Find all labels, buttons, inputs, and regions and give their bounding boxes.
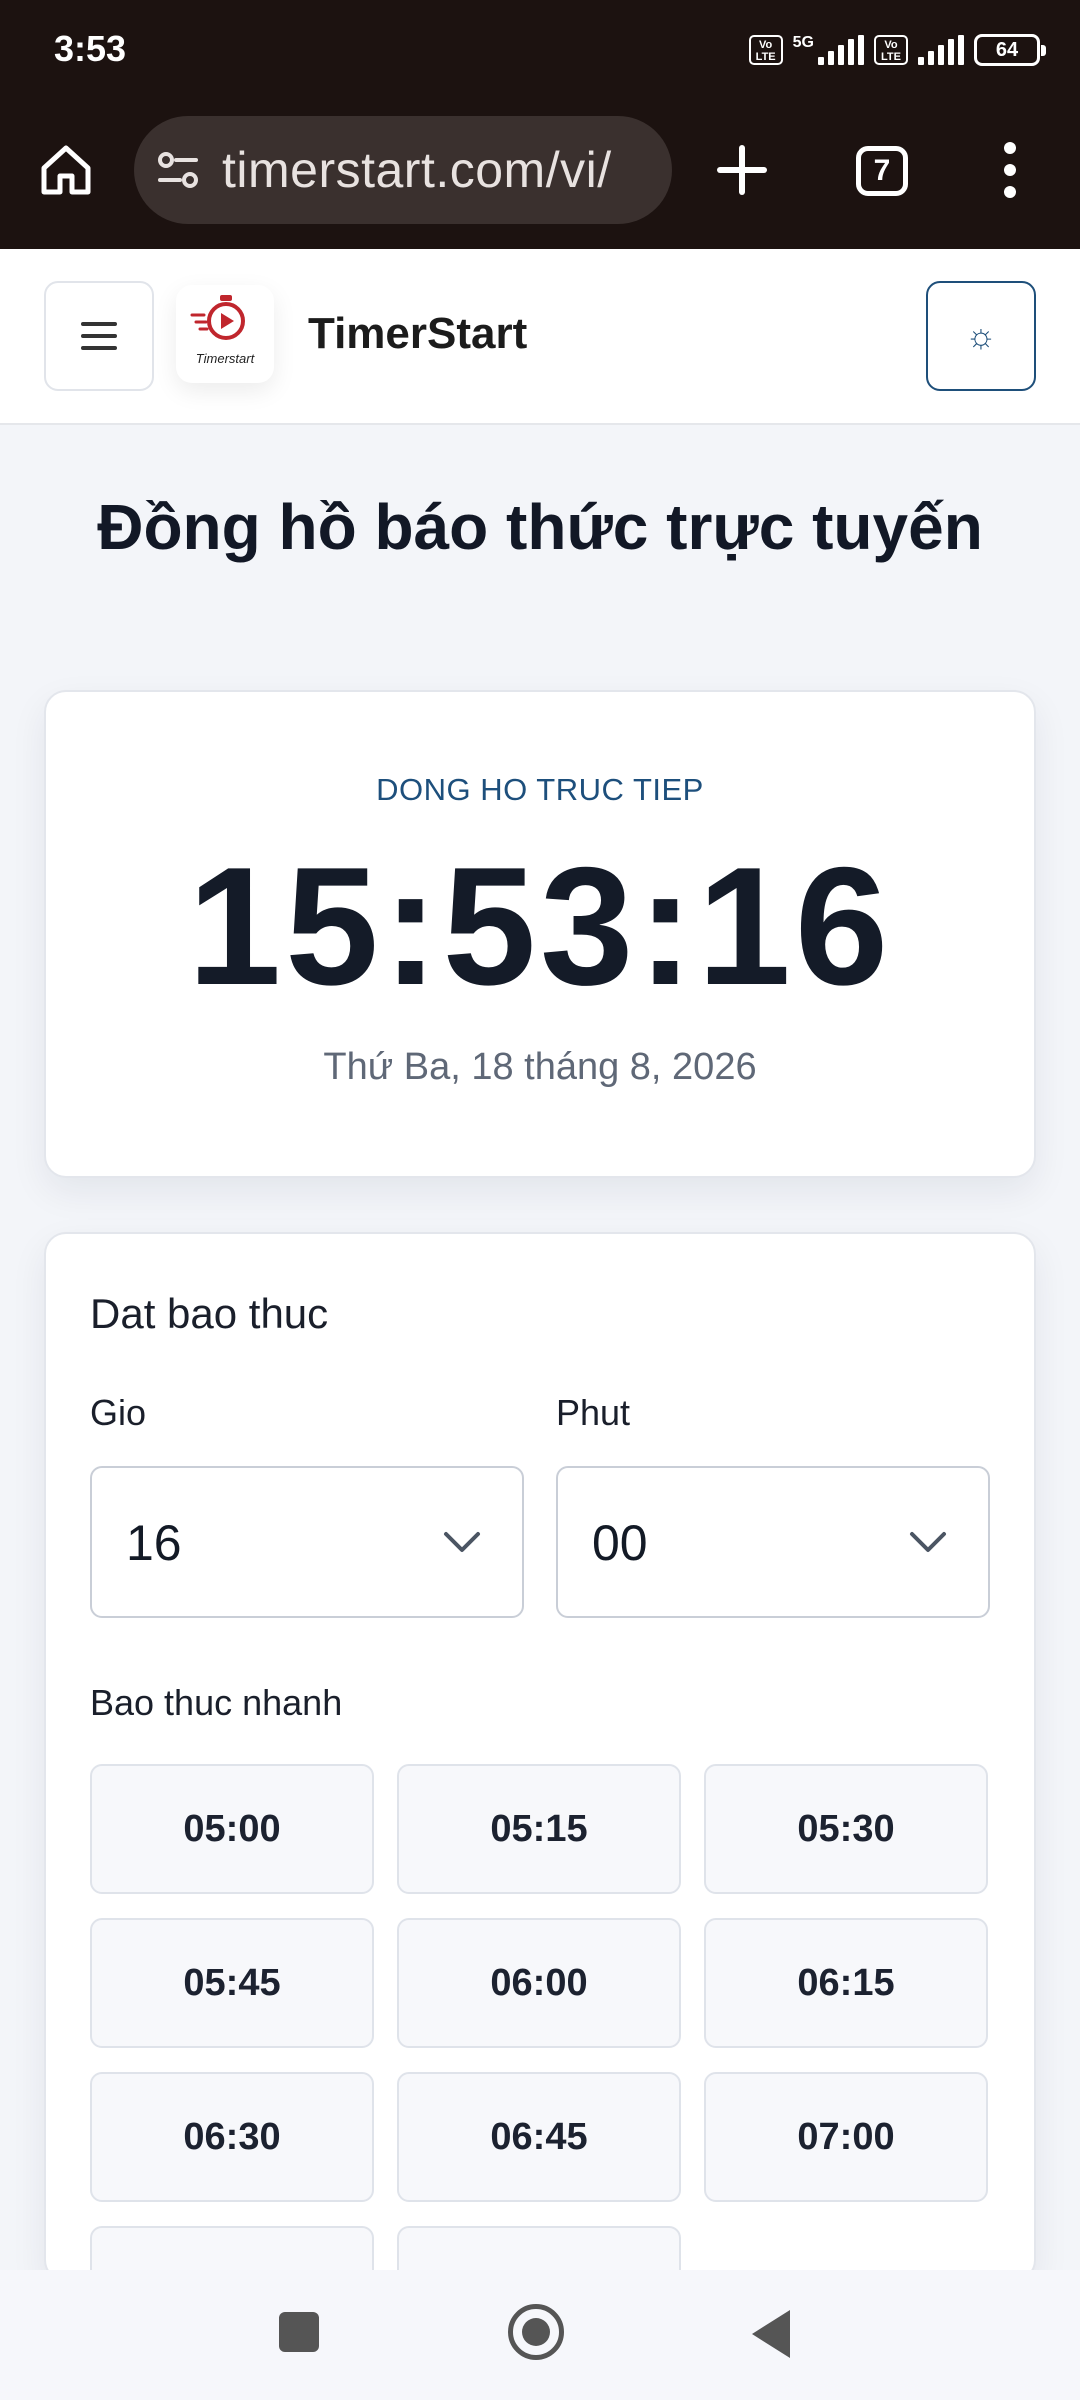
hour-label: Gio: [90, 1392, 147, 1433]
quick-alarm-button[interactable]: 06:00: [397, 1918, 681, 2048]
quick-alarm-button[interactable]: 06:30: [90, 2072, 374, 2202]
stopwatch-logo-icon: [190, 295, 245, 340]
url-text: timerstart.com/vi/: [222, 142, 612, 198]
hour-value: 16: [126, 1515, 182, 1571]
hour-select[interactable]: 16: [90, 1466, 524, 1618]
browser-toolbar: timerstart.com/vi/ 7: [0, 110, 1080, 230]
home-nav-icon[interactable]: [508, 2304, 564, 2360]
quick-alarm-button[interactable]: 06:45: [397, 2072, 681, 2202]
clock-date: Thứ Ba, 18 tháng 8, 2026: [323, 1046, 757, 1088]
quick-alarm-button[interactable]: 05:15: [397, 1764, 681, 1894]
live-clock-card: DONG HO TRUC TIEP 15:53:16 Thứ Ba, 18 th…: [44, 690, 1036, 1178]
home-icon[interactable]: [36, 140, 96, 200]
recents-icon[interactable]: [279, 2312, 319, 2352]
quick-alarm-button[interactable]: 05:00: [90, 1764, 374, 1894]
clock-time: 15:53:16: [187, 832, 893, 1020]
network-type: 5G: [792, 34, 814, 51]
page-title: Đồng hồ báo thức trực tuyến: [97, 491, 983, 563]
site-header: Timerstart TimerStart ☼: [0, 249, 1080, 425]
system-nav-bar: [0, 2270, 1080, 2400]
quick-alarm-label: Bao thuc nhanh: [90, 1682, 343, 1723]
minute-label: Phut: [556, 1392, 631, 1433]
browser-top-bar: 3:53 Vo LTE 5G Vo LTE 64 timerstart.com/…: [0, 0, 1080, 249]
clock-label: DONG HO TRUC TIEP: [376, 772, 704, 807]
tab-switcher-button[interactable]: 7: [856, 146, 908, 196]
more-menu-icon[interactable]: [990, 138, 1030, 202]
theme-toggle-button[interactable]: ☼: [926, 281, 1036, 391]
quick-alarm-button[interactable]: 06:15: [704, 1918, 988, 2048]
new-tab-icon[interactable]: [712, 140, 772, 200]
signal-icon: [818, 35, 864, 65]
battery-icon: 64: [974, 34, 1046, 66]
volte-icon: Vo LTE: [748, 35, 783, 65]
status-icons: Vo LTE 5G Vo LTE 64: [748, 28, 1046, 72]
set-alarm-title: Dat bao thuc: [90, 1290, 329, 1337]
back-icon[interactable]: [752, 2310, 790, 2358]
minute-value: 00: [592, 1515, 648, 1571]
hamburger-menu-button[interactable]: [44, 281, 154, 391]
address-bar[interactable]: timerstart.com/vi/: [134, 116, 672, 224]
site-settings-icon[interactable]: [156, 148, 200, 192]
quick-alarm-button[interactable]: 07:00: [704, 2072, 988, 2202]
volte-icon-2: Vo LTE: [874, 35, 908, 65]
sun-icon: ☼: [965, 316, 997, 355]
site-logo[interactable]: Timerstart: [176, 285, 274, 383]
quick-alarm-button[interactable]: 05:45: [90, 1918, 374, 2048]
chevron-down-icon: [910, 1532, 946, 1552]
minute-select[interactable]: 00: [556, 1466, 990, 1618]
signal-icon-2: [918, 35, 964, 65]
status-time: 3:53: [54, 28, 127, 69]
brand-name[interactable]: TimerStart: [308, 309, 527, 359]
status-bar: 3:53 Vo LTE 5G Vo LTE 64: [0, 0, 1080, 100]
chevron-down-icon: [444, 1532, 480, 1552]
logo-wordmark: Timerstart: [195, 351, 255, 366]
hamburger-icon: [81, 314, 117, 358]
set-alarm-card: Dat bao thuc Gio 16 Phut 00 Bao thuc nha…: [44, 1232, 1036, 2356]
quick-alarm-button[interactable]: 05:30: [704, 1764, 988, 1894]
